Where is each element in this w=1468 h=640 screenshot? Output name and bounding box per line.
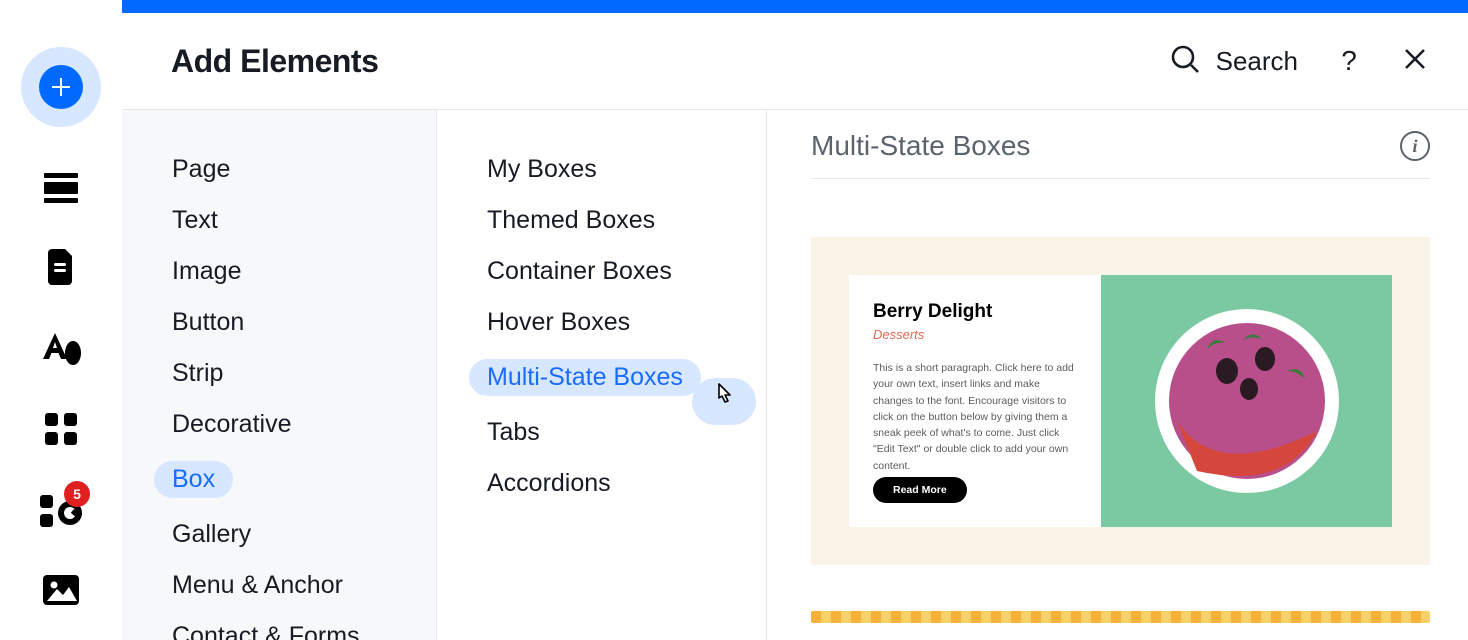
help-button[interactable]: ? bbox=[1336, 45, 1362, 77]
category-box[interactable]: Box bbox=[122, 450, 436, 509]
category-decorative[interactable]: Decorative bbox=[122, 399, 436, 450]
category-page[interactable]: Page bbox=[122, 144, 436, 195]
category-list: Page Text Image Button Strip Decorative … bbox=[122, 110, 437, 640]
preview-image bbox=[1101, 275, 1392, 527]
sub-accordions[interactable]: Accordions bbox=[437, 458, 766, 509]
add-elements-panel: Add Elements Search ? Page Text Image Bu… bbox=[122, 13, 1468, 640]
close-icon bbox=[1404, 48, 1426, 75]
sub-tabs[interactable]: Tabs bbox=[437, 407, 766, 458]
preview-title: Berry Delight bbox=[873, 301, 1081, 323]
category-gallery[interactable]: Gallery bbox=[122, 509, 436, 560]
media-icon[interactable] bbox=[40, 575, 82, 605]
sub-container-boxes[interactable]: Container Boxes bbox=[437, 246, 766, 297]
close-button[interactable] bbox=[1404, 48, 1426, 75]
preview-card: Berry Delight Desserts This is a short p… bbox=[849, 275, 1392, 527]
panel-body: Page Text Image Button Strip Decorative … bbox=[122, 110, 1468, 640]
category-contact-forms[interactable]: Contact & Forms bbox=[122, 611, 436, 640]
search-label: Search bbox=[1216, 46, 1298, 77]
subcategory-list: My Boxes Themed Boxes Container Boxes Ho… bbox=[437, 110, 767, 640]
info-button[interactable]: i bbox=[1400, 131, 1430, 161]
sub-themed-boxes[interactable]: Themed Boxes bbox=[437, 195, 766, 246]
category-button[interactable]: Button bbox=[122, 297, 436, 348]
search-icon bbox=[1170, 44, 1200, 79]
category-text[interactable]: Text bbox=[122, 195, 436, 246]
search-button[interactable]: Search bbox=[1170, 44, 1298, 79]
category-menu-anchor[interactable]: Menu & Anchor bbox=[122, 560, 436, 611]
sub-multi-state-boxes[interactable]: Multi-State Boxes bbox=[437, 348, 766, 407]
preview-paragraph: This is a short paragraph. Click here to… bbox=[873, 360, 1081, 474]
panel-header: Add Elements Search ? bbox=[122, 13, 1468, 110]
preview-subtitle: Desserts bbox=[873, 327, 1081, 342]
add-elements-button[interactable] bbox=[21, 47, 101, 127]
top-accent-bar bbox=[122, 0, 1468, 13]
theme-icon[interactable] bbox=[40, 331, 82, 365]
section-icon[interactable] bbox=[40, 173, 82, 203]
category-image[interactable]: Image bbox=[122, 246, 436, 297]
preview-text-col: Berry Delight Desserts This is a short p… bbox=[849, 275, 1101, 527]
category-strip[interactable]: Strip bbox=[122, 348, 436, 399]
sub-hover-boxes[interactable]: Hover Boxes bbox=[437, 297, 766, 348]
app-market-icon[interactable]: 5 bbox=[40, 493, 82, 529]
notification-badge: 5 bbox=[64, 481, 90, 507]
sub-my-boxes[interactable]: My Boxes bbox=[437, 144, 766, 195]
gallery-title: Multi-State Boxes bbox=[811, 130, 1400, 162]
apps-icon[interactable] bbox=[40, 411, 82, 447]
panel-title: Add Elements bbox=[171, 43, 378, 80]
left-rail: 5 bbox=[0, 0, 122, 640]
element-preview-multistate-1[interactable]: Berry Delight Desserts This is a short p… bbox=[811, 237, 1430, 565]
gallery-header: Multi-State Boxes i bbox=[811, 130, 1430, 179]
preview-read-more-button: Read More bbox=[873, 477, 967, 503]
element-preview-multistate-2[interactable] bbox=[811, 611, 1430, 623]
element-gallery: Multi-State Boxes i Berry Delight Desser… bbox=[767, 110, 1468, 640]
plus-icon bbox=[39, 65, 83, 109]
page-icon[interactable] bbox=[40, 249, 82, 285]
